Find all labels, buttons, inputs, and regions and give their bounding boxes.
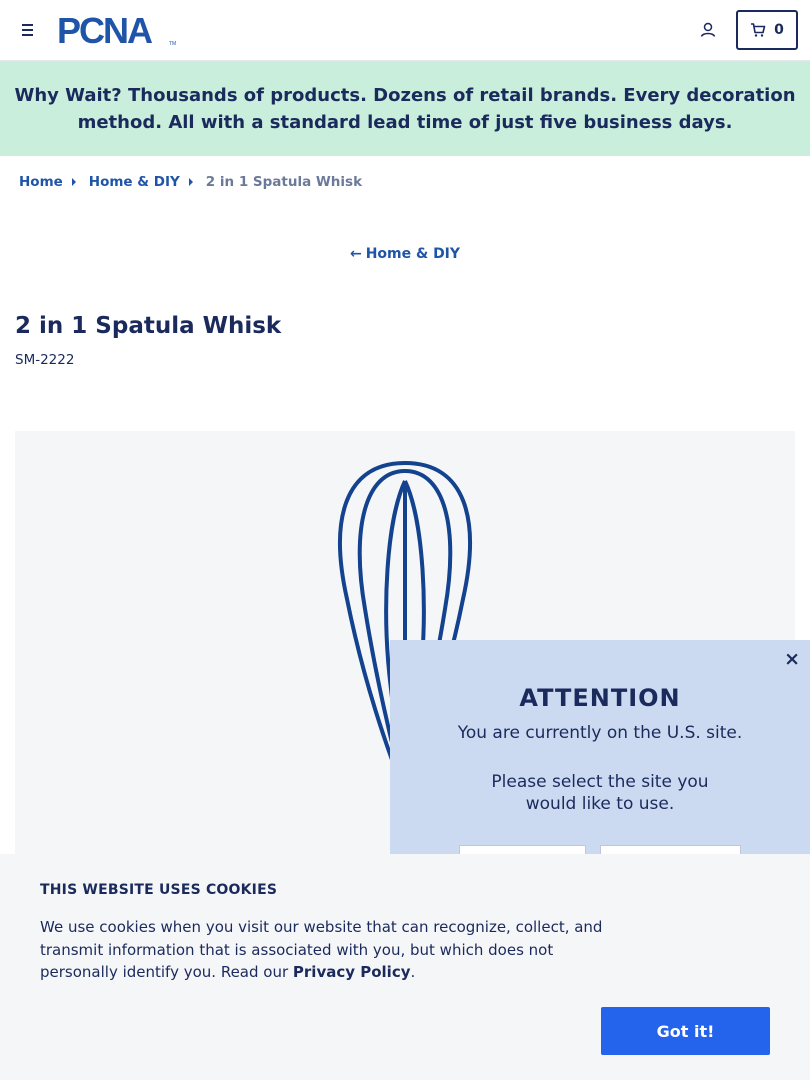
promo-text: Why Wait? Thousands of products. Dozens … <box>14 82 796 136</box>
close-icon[interactable]: × <box>784 648 800 670</box>
shopping-cart-icon <box>751 23 766 37</box>
breadcrumb-home-diy[interactable]: Home & DIY <box>89 174 180 190</box>
modal-title: ATTENTION <box>519 684 681 712</box>
promo-body: Thousands of products. Dozens of retail … <box>77 84 796 133</box>
accept-cookies-button[interactable]: Got it! <box>601 1007 770 1055</box>
svg-text:TM: TM <box>169 41 176 47</box>
modal-prompt: Please select the site you would like to… <box>491 772 709 814</box>
cookie-text-end: . <box>410 963 416 981</box>
product-title: 2 in 1 Spatula Whisk <box>15 313 282 339</box>
cart-button[interactable]: 0 <box>736 10 798 50</box>
back-link-label: Home & DIY <box>365 246 461 262</box>
back-to-category-link[interactable]: ← Home & DIY <box>0 246 810 262</box>
pcna-logo[interactable]: PCNA TM <box>57 13 177 47</box>
breadcrumb-home[interactable]: Home <box>19 174 63 190</box>
region-select-modal: × ATTENTION You are currently on the U.S… <box>390 640 810 885</box>
site-header: PCNA TM 0 <box>0 0 810 61</box>
cookie-text: We use cookies when you visit our websit… <box>40 916 615 984</box>
promo-lead: Why Wait? <box>14 84 122 106</box>
product-sku: SM-2222 <box>15 352 75 368</box>
breadcrumb-current: 2 in 1 Spatula Whisk <box>205 174 363 190</box>
arrow-left-icon: ← <box>349 246 362 262</box>
cart-count: 0 <box>774 22 784 38</box>
breadcrumb-caret-icon <box>188 178 193 186</box>
promo-banner: Why Wait? Thousands of products. Dozens … <box>0 61 810 156</box>
cookie-banner: THIS WEBSITE USES COOKIES We use cookies… <box>0 854 810 1080</box>
cookie-title: THIS WEBSITE USES COOKIES <box>40 882 278 898</box>
breadcrumb: Home Home & DIY 2 in 1 Spatula Whisk <box>19 174 362 190</box>
svg-text:PCNA: PCNA <box>57 13 153 47</box>
modal-message: You are currently on the U.S. site. <box>457 723 743 743</box>
user-account-icon[interactable] <box>698 20 718 40</box>
breadcrumb-caret-icon <box>71 178 76 186</box>
hamburger-menu-icon[interactable] <box>18 20 38 40</box>
privacy-policy-link[interactable]: Privacy Policy <box>293 963 411 981</box>
